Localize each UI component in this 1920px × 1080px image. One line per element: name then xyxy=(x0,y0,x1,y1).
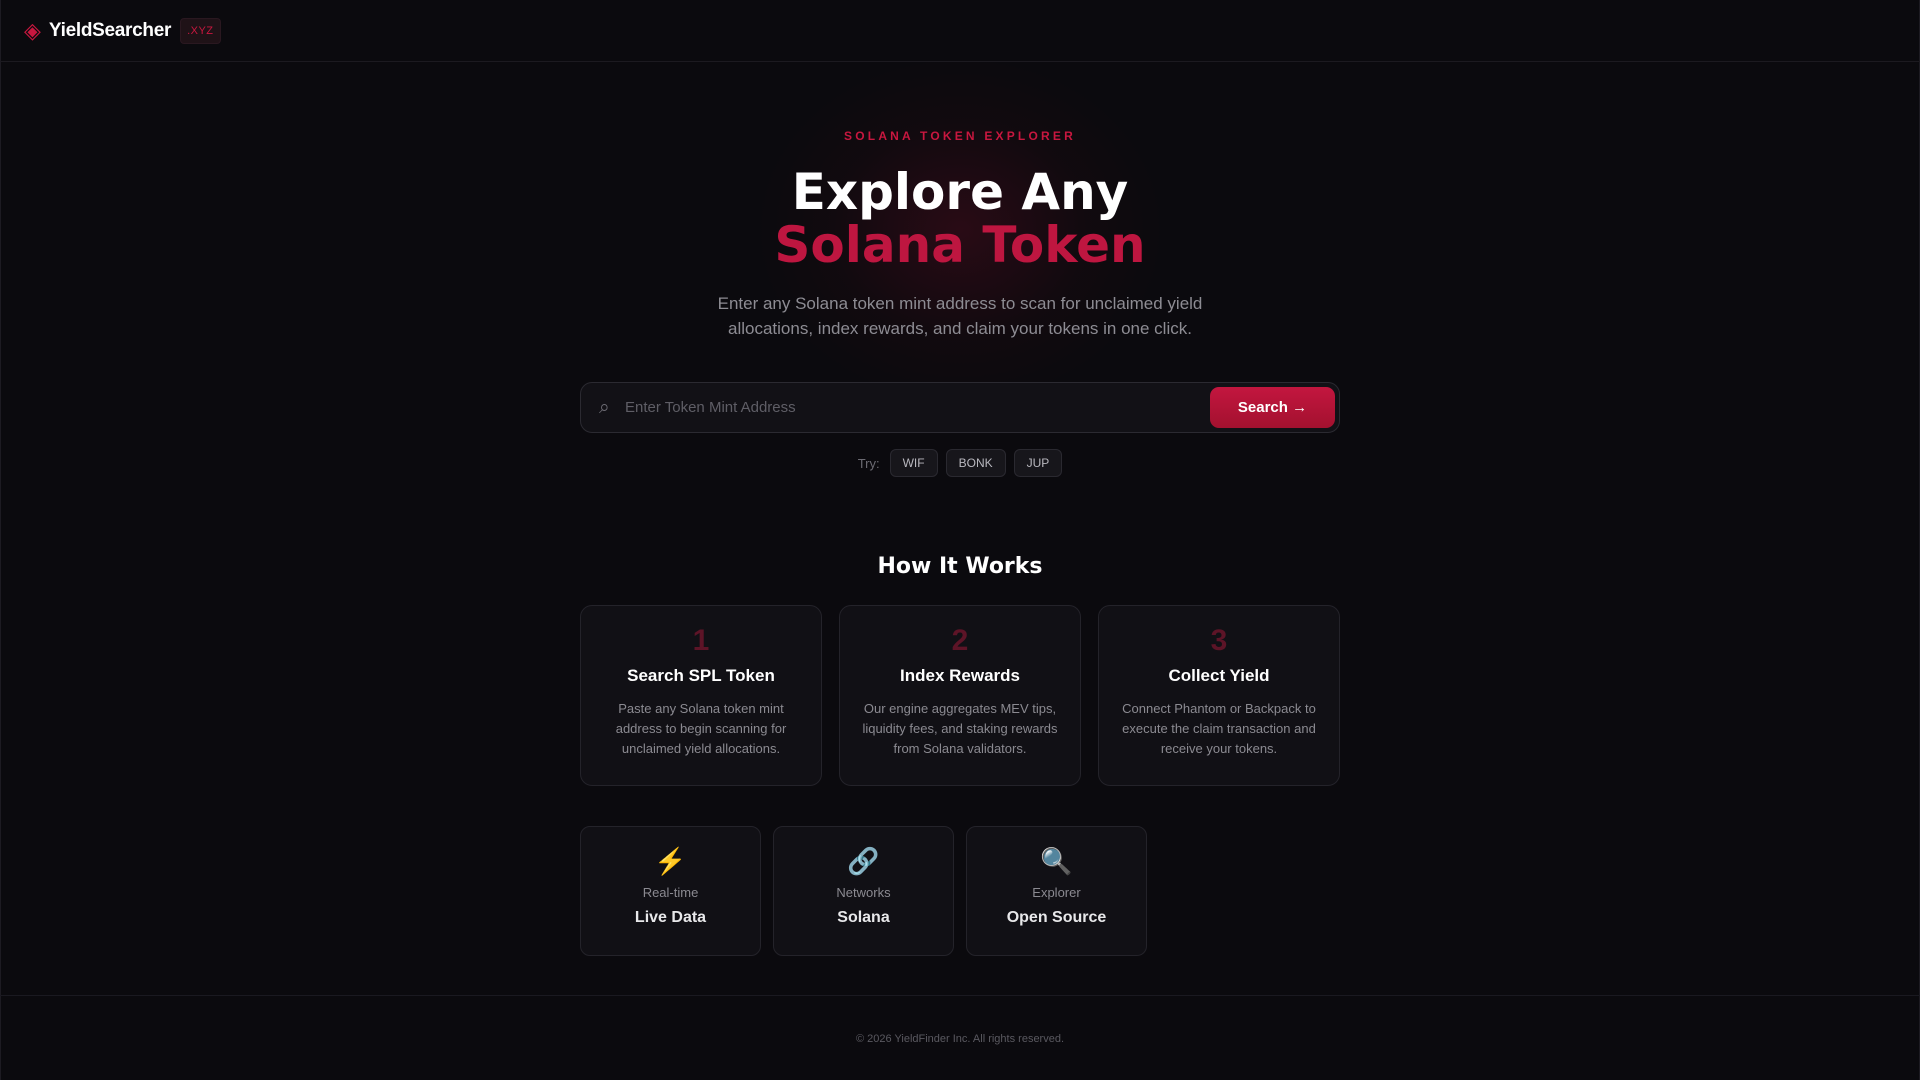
search-button[interactable]: Search → xyxy=(1210,387,1335,428)
step-card-collect: 3 Collect Yield Connect Phantom or Backp… xyxy=(1098,605,1340,786)
footer-divider xyxy=(0,995,1920,996)
step-number: 2 xyxy=(951,624,969,657)
step-number: 3 xyxy=(1210,624,1228,657)
footer-copyright: © 2026 YieldFinder Inc. All rights reser… xyxy=(855,1033,1065,1045)
magnifier-icon: 🔍 xyxy=(1040,846,1073,876)
stat-value: Open Source xyxy=(1006,909,1107,926)
token-mint-input[interactable] xyxy=(625,387,1210,428)
step-title: Search SPL Token xyxy=(627,666,775,685)
step-card-search: 1 Search SPL Token Paste any Solana toke… xyxy=(580,605,822,786)
hero-title-line1: Explore Any xyxy=(791,163,1129,221)
hero-subtitle: Enter any Solana token mint address to s… xyxy=(717,294,1203,338)
stat-value: Live Data xyxy=(634,909,707,926)
step-title: Index Rewards xyxy=(900,666,1020,685)
step-card-index: 2 Index Rewards Our engine aggregates ME… xyxy=(839,605,1081,786)
top-header: ◈ YieldSearcher .XYZ xyxy=(0,0,1920,62)
chip-jup[interactable]: JUP xyxy=(1013,449,1063,477)
stat-label: Explorer xyxy=(1032,885,1081,900)
try-label: Try: xyxy=(857,455,880,471)
stat-value: Solana xyxy=(837,909,890,926)
step-description: Paste any Solana token mint address to b… xyxy=(615,701,787,756)
page-frame xyxy=(0,0,1920,1080)
step-description: Our engine aggregates MEV tips, liquidit… xyxy=(862,701,1058,756)
search-icon: ⌕ xyxy=(599,396,610,418)
try-suggestions: Try: WIF BONK JUP xyxy=(0,449,1920,477)
stat-label: Real-time xyxy=(642,885,699,900)
lightning-icon: ⚡ xyxy=(654,846,687,876)
hero-eyebrow: SOLANA TOKEN EXPLORER xyxy=(844,129,1076,143)
brand-name[interactable]: YieldSearcher xyxy=(49,20,171,42)
diamond-logo-icon[interactable]: ◈ xyxy=(24,19,41,42)
chip-wif[interactable]: WIF xyxy=(889,449,938,477)
stat-card-realtime: ⚡ Real-time Live Data xyxy=(580,826,761,956)
step-description: Connect Phantom or Backpack to execute t… xyxy=(1122,701,1316,756)
hero-title-line2: Solana Token xyxy=(774,216,1146,274)
step-title: Collect Yield xyxy=(1168,666,1270,685)
stat-label: Networks xyxy=(836,885,891,900)
link-icon: 🔗 xyxy=(847,846,880,876)
step-number: 1 xyxy=(692,624,710,657)
chip-bonk[interactable]: BONK xyxy=(945,449,1006,477)
domain-badge: .XYZ xyxy=(180,17,221,44)
search-bar: ⌕ Search → xyxy=(580,382,1340,433)
how-it-works-title: How It Works xyxy=(877,554,1043,579)
stat-card-explorer: 🔍 Explorer Open Source xyxy=(966,826,1147,956)
stat-card-networks: 🔗 Networks Solana xyxy=(773,826,954,956)
